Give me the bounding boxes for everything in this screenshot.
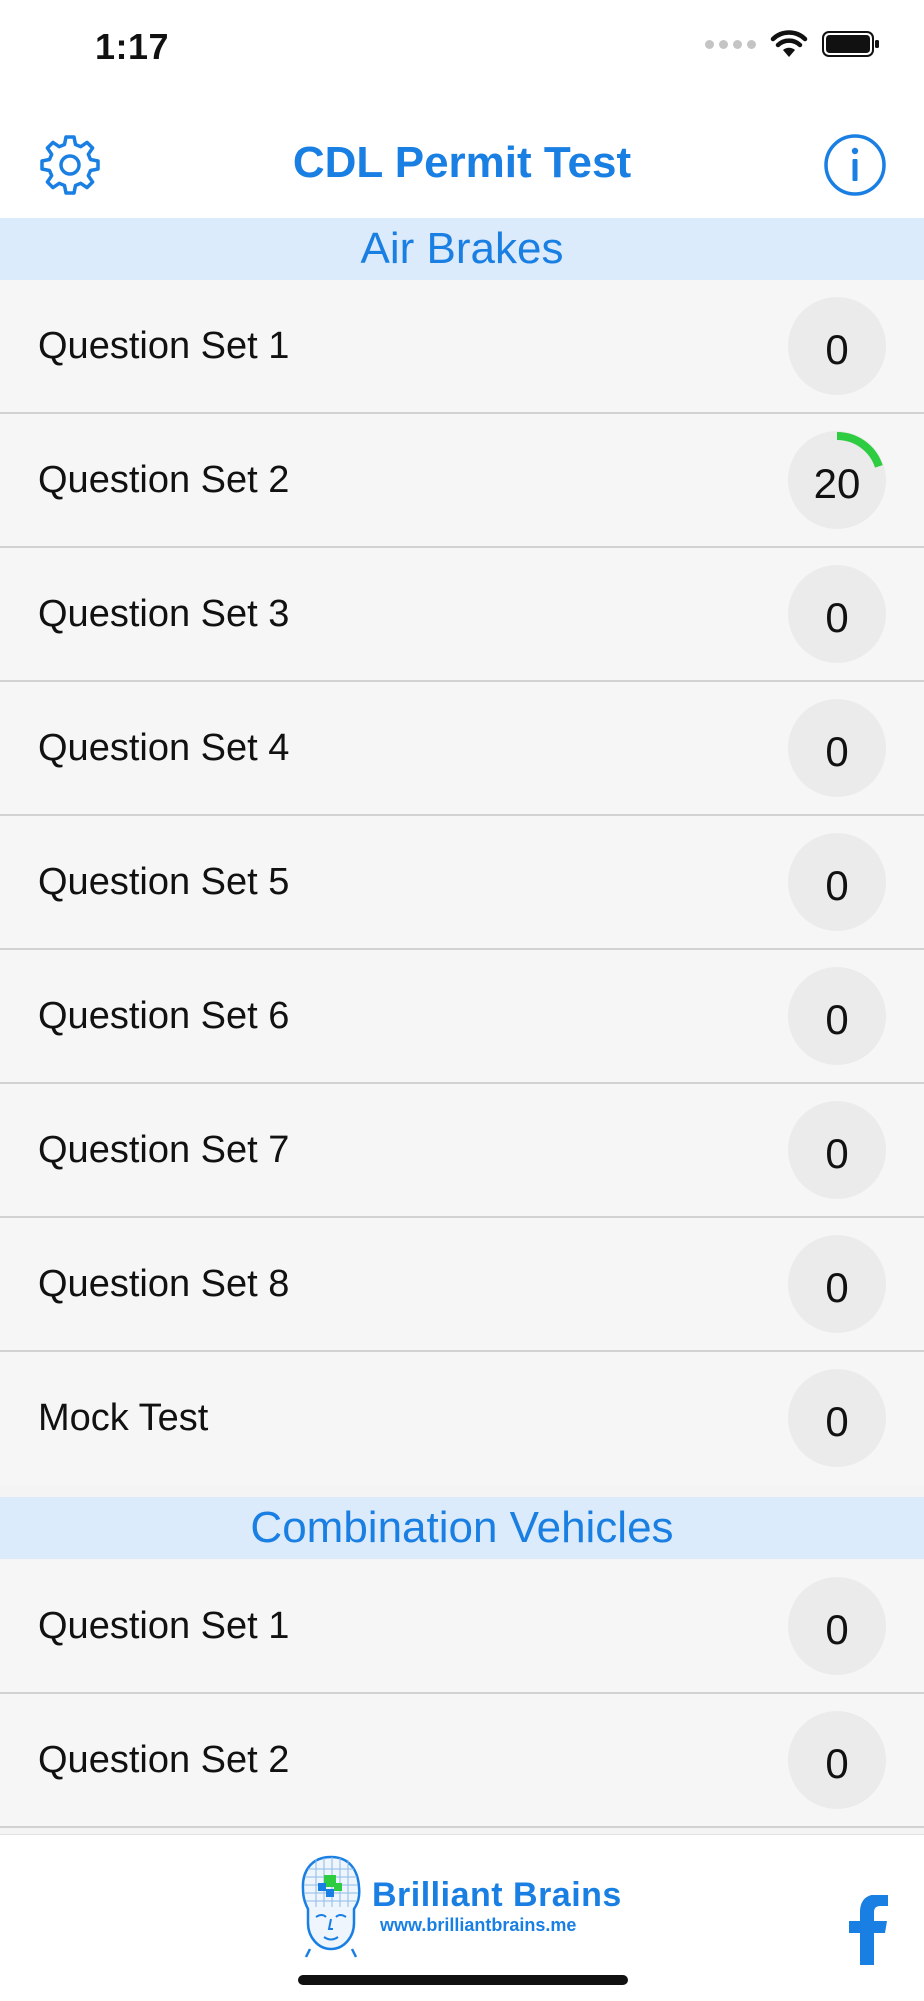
- section-header-combination-vehicles: Combination Vehicles: [0, 1497, 924, 1559]
- score-badge: 0: [788, 1577, 886, 1675]
- home-indicator: [298, 1975, 628, 1985]
- list-item[interactable]: Question Set 6 0: [0, 950, 924, 1084]
- page-title: CDL Permit Test: [292, 138, 632, 187]
- list-item[interactable]: Question Set 1 0: [0, 280, 924, 414]
- score-value: 0: [825, 594, 849, 641]
- signal-icon: [705, 39, 756, 49]
- score-value: 0: [825, 1606, 849, 1653]
- score-badge: 20: [788, 431, 886, 529]
- score-value: 0: [825, 996, 849, 1043]
- score-value: 0: [825, 1130, 849, 1177]
- score-badge: 0: [788, 1101, 886, 1199]
- list-item-label: Question Set 8: [38, 1263, 290, 1305]
- score-badge: 0: [788, 297, 886, 395]
- brain-head-logo: [301, 1855, 361, 1958]
- battery-icon: [822, 31, 879, 57]
- brilliant-brains-logo[interactable]: Brilliant Brains www.brilliantbrains.me: [296, 1853, 622, 1959]
- score-badge: 0: [788, 699, 886, 797]
- score-value: 0: [825, 326, 849, 373]
- facebook-button[interactable]: [844, 1894, 890, 1965]
- list-item[interactable]: Question Set 7 0: [0, 1084, 924, 1218]
- list-item-label: Question Set 1: [38, 325, 290, 367]
- score-value: 0: [825, 862, 849, 909]
- list-item[interactable]: Question Set 5 0: [0, 816, 924, 950]
- list-item[interactable]: Question Set 4 0: [0, 682, 924, 816]
- logo-text: Brilliant Brains www.brilliantbrains.me: [372, 1876, 622, 1936]
- score-value: 0: [825, 728, 849, 775]
- logo-url: www.brilliantbrains.me: [380, 1915, 577, 1935]
- status-indicators: [705, 30, 880, 58]
- list-item-label: Question Set 6: [38, 995, 290, 1037]
- wifi-icon: [770, 30, 808, 57]
- nav-bar: CDL Permit Test: [0, 100, 924, 220]
- list-item[interactable]: Question Set 2 0: [0, 1694, 924, 1828]
- score-badge: 0: [788, 1711, 886, 1809]
- list-item[interactable]: Mock Test 0: [0, 1352, 924, 1486]
- info-icon: [824, 134, 886, 196]
- score-badge: 0: [788, 1369, 886, 1467]
- score-badge: 0: [788, 565, 886, 663]
- list-item-label: Question Set 2: [38, 1739, 290, 1781]
- list-item-label: Question Set 4: [38, 727, 290, 769]
- score-value: 0: [825, 1264, 849, 1311]
- list-item[interactable]: Question Set 1 0: [0, 1560, 924, 1694]
- facebook-icon: [849, 1894, 888, 1965]
- score-badge: 0: [788, 1235, 886, 1333]
- score-value: 0: [825, 1740, 849, 1787]
- logo-name: Brilliant Brains: [372, 1876, 622, 1914]
- list-item[interactable]: Question Set 2 20: [0, 414, 924, 548]
- section-header-air-brakes: Air Brakes: [0, 218, 924, 280]
- score-value: 0: [825, 1398, 849, 1445]
- score-value: 20: [813, 460, 861, 507]
- status-time: 1:17: [95, 26, 170, 67]
- info-button[interactable]: [820, 130, 890, 200]
- list-item-label: Question Set 5: [38, 861, 290, 903]
- score-badge: 0: [788, 833, 886, 931]
- status-bar: 1:17: [0, 0, 924, 100]
- list-item-label: Question Set 7: [38, 1129, 290, 1171]
- list-item[interactable]: Question Set 8 0: [0, 1218, 924, 1352]
- list-item[interactable]: Question Set 3 0: [0, 548, 924, 682]
- score-badge: 0: [788, 967, 886, 1065]
- list-item-label: Question Set 3: [38, 593, 290, 635]
- list-item-label: Question Set 1: [38, 1605, 290, 1647]
- list-item-label: Question Set 2: [38, 459, 290, 501]
- list-item-label: Mock Test: [38, 1397, 209, 1439]
